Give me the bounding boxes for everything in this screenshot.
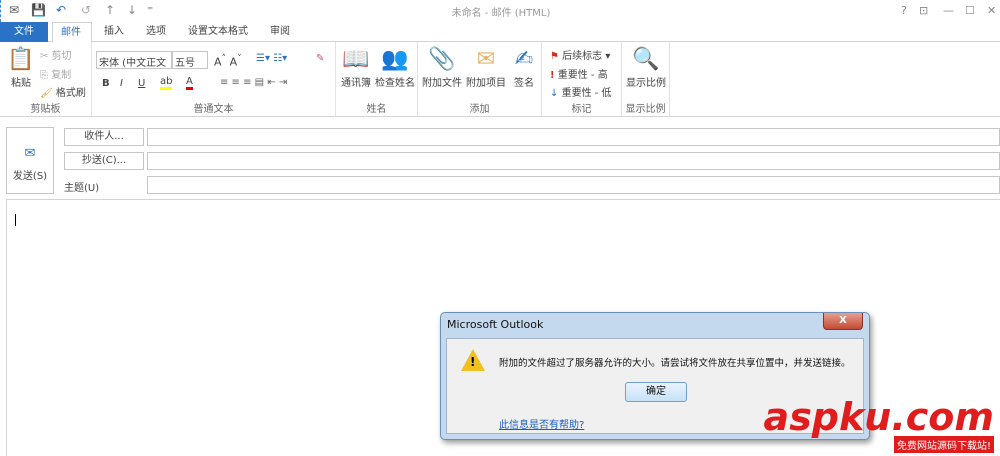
bold-button[interactable]: B <box>102 78 110 89</box>
attach-file-label: 附加文件 <box>422 78 462 89</box>
cc-input[interactable] <box>147 152 1000 170</box>
check-names-icon: 👥 <box>381 47 409 72</box>
high-importance-button[interactable]: ! 重要性 - 高 <box>550 66 608 81</box>
title-bar: ✉ 💾 ↶ ↺ ↑ ↓ ⁼ 未命名 - 邮件 (HTML) ? ⊡ — ☐ ✕ <box>0 0 1000 22</box>
clear-format-icon[interactable]: ✎ <box>316 53 324 64</box>
dialog-title: Microsoft Outlook <box>447 318 544 331</box>
cut-label: 剪切 <box>51 51 72 62</box>
check-names-label: 检查姓名 <box>375 78 415 89</box>
group-clipboard: 📋 粘贴 ✂ 剪切 ⎘ 复制 🖌 格式刷 剪贴板 <box>0 42 92 117</box>
font-size-select[interactable]: 五号 <box>172 51 208 69</box>
cut-button[interactable]: ✂ 剪切 <box>40 47 72 62</box>
send-icon: ✉ <box>24 146 36 161</box>
send-button[interactable]: ✉ 发送(S) <box>6 127 54 194</box>
brush-icon: 🖌 <box>40 88 53 99</box>
group-label: 添加 <box>469 104 490 115</box>
exclamation-icon: ! <box>550 70 555 81</box>
tab-options[interactable]: 选项 <box>138 22 174 42</box>
group-names: 📖 通讯簿 👥 检查姓名 姓名 <box>336 42 418 117</box>
to-button[interactable]: 收件人... <box>64 128 144 146</box>
attach-file-button[interactable]: 📎 附加文件 <box>420 46 464 89</box>
italic-button[interactable]: I <box>120 78 123 89</box>
zoom-label: 显示比例 <box>626 78 666 89</box>
cc-button[interactable]: 抄送(C)... <box>64 152 144 170</box>
ok-button[interactable]: 确定 <box>625 382 687 402</box>
signature-button[interactable]: ✍ 签名 <box>510 46 538 89</box>
copy-button[interactable]: ⎘ 复制 <box>40 66 71 81</box>
down-arrow-icon: ↓ <box>550 88 559 99</box>
magnifier-icon: 🔍 <box>632 47 660 72</box>
group-label: 显示比例 <box>625 104 666 115</box>
warning-icon: ! <box>461 349 485 371</box>
dialog-close-button[interactable]: X <box>823 313 863 330</box>
copy-label: 复制 <box>51 70 72 81</box>
check-names-button[interactable]: 👥 检查姓名 <box>374 46 416 89</box>
font-select[interactable]: 宋体 (中文正文 <box>96 51 172 69</box>
message-header: ✉ 发送(S) 收件人... 抄送(C)... 主题(U) <box>6 124 1000 198</box>
watermark-logo: aspku.com 免费网站源码下载站! <box>764 398 994 453</box>
dialog-message: 附加的文件超过了服务器允许的大小。请尝试将文件放在共享位置中，并发送链接。 <box>499 358 851 369</box>
group-label: 标记 <box>571 104 592 115</box>
help-button[interactable]: ? <box>901 4 907 17</box>
send-label: 发送(S) <box>12 171 48 182</box>
follow-up-label: 后续标志 <box>562 51 603 62</box>
attach-item-button[interactable]: ✉ 附加项目 <box>464 46 508 89</box>
zoom-button[interactable]: 🔍 显示比例 <box>624 46 668 89</box>
align-buttons[interactable]: ≡ ≡ ≡ ▤ ⇤ ⇥ <box>220 77 287 88</box>
paste-button[interactable]: 📋 粘贴 <box>6 46 36 89</box>
to-input[interactable] <box>147 128 1000 146</box>
highlight-button[interactable]: ab <box>160 76 173 90</box>
attach-item-label: 附加项目 <box>466 78 506 89</box>
format-painter-label: 格式刷 <box>55 88 86 99</box>
signature-label: 签名 <box>514 78 534 89</box>
tab-insert[interactable]: 插入 <box>96 22 132 42</box>
group-tags: ⚑ 后续标志 ▾ ! 重要性 - 高 ↓ 重要性 - 低 标记 <box>542 42 622 117</box>
address-book-icon: 📖 <box>342 47 370 72</box>
grow-font-button[interactable]: A˄ A˅ <box>214 53 242 69</box>
flag-icon: ⚑ <box>550 51 559 62</box>
ribbon: 📋 粘贴 ✂ 剪切 ⎘ 复制 🖌 格式刷 剪贴板 宋体 (中文正文 五号 A˄ A… <box>0 42 1000 117</box>
address-book-button[interactable]: 📖 通讯簿 <box>338 46 374 89</box>
text-cursor <box>15 214 16 226</box>
tab-review[interactable]: 审阅 <box>262 22 298 42</box>
high-label: 重要性 - 高 <box>557 70 608 81</box>
help-link[interactable]: 此信息是否有帮助? <box>499 416 584 431</box>
group-include: 📎 附加文件 ✉ 附加项目 ✍ 签名 添加 <box>418 42 542 117</box>
maximize-button[interactable]: ☐ <box>965 4 975 17</box>
tab-file[interactable]: 文件 <box>0 22 48 42</box>
paperclip-icon: 📎 <box>428 47 456 72</box>
subject-label: 主题(U) <box>64 183 100 194</box>
envelope-icon: ✉ <box>476 47 496 72</box>
ribbon-display-button[interactable]: ⊡ <box>919 4 928 17</box>
group-label: 普通文本 <box>193 104 234 115</box>
paste-label: 粘贴 <box>11 78 31 89</box>
close-button[interactable]: ✕ <box>987 4 996 17</box>
watermark-tagline: 免费网站源码下载站! <box>893 436 994 453</box>
group-basic-text: 宋体 (中文正文 五号 A˄ A˅ ☰▾ ☷▾ ✎ B I U ab A ≡ ≡… <box>92 42 336 117</box>
font-color-button[interactable]: A <box>186 76 193 90</box>
low-importance-button[interactable]: ↓ 重要性 - 低 <box>550 84 612 99</box>
format-painter-button[interactable]: 🖌 格式刷 <box>40 84 86 99</box>
minimize-button[interactable]: — <box>943 4 954 17</box>
low-label: 重要性 - 低 <box>561 88 612 99</box>
group-zoom: 🔍 显示比例 显示比例 <box>622 42 670 117</box>
tab-format-text[interactable]: 设置文本格式 <box>180 22 256 42</box>
tab-message[interactable]: 邮件 <box>52 22 92 43</box>
group-label: 姓名 <box>366 104 387 115</box>
watermark-brand: aspku.com <box>763 395 994 439</box>
ribbon-tabs: 文件 邮件 插入 选项 设置文本格式 审阅 <box>0 22 1000 43</box>
window-title: 未命名 - 邮件 (HTML) <box>451 8 551 19</box>
clipboard-icon: 📋 <box>7 47 35 72</box>
bullets-button[interactable]: ☰▾ ☷▾ <box>256 53 287 64</box>
group-label: 剪贴板 <box>30 104 61 115</box>
address-book-label: 通讯簿 <box>341 78 371 89</box>
follow-up-button[interactable]: ⚑ 后续标志 ▾ <box>550 47 610 62</box>
underline-button[interactable]: U <box>138 78 145 89</box>
subject-input[interactable] <box>147 176 1000 194</box>
signature-icon: ✍ <box>514 47 534 72</box>
